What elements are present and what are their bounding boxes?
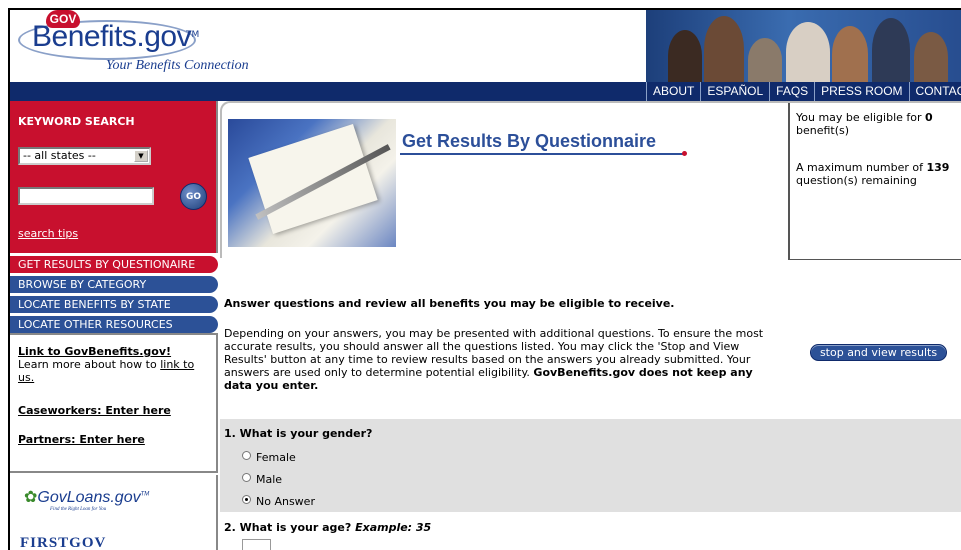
intro-heading: Answer questions and review all benefits… xyxy=(224,297,675,310)
tagline: Your Benefits Connection xyxy=(106,58,249,73)
nav-contact-us[interactable]: CONTACT US xyxy=(908,82,961,101)
title-underline xyxy=(400,153,683,155)
govloans-subtitle: Find the Right Loan for You xyxy=(50,507,107,512)
menu-locate-resources[interactable]: LOCATE OTHER RESOURCES xyxy=(10,316,218,333)
radio-no-answer[interactable]: No Answer xyxy=(242,495,315,508)
caseworkers-link[interactable]: Caseworkers: Enter here xyxy=(18,404,208,417)
partners-link[interactable]: Partners: Enter here xyxy=(18,433,208,446)
radio-no-answer-control[interactable] xyxy=(242,495,251,504)
dropdown-arrow-icon[interactable]: ▼ xyxy=(134,150,148,162)
left-sidebar: KEYWORD SEARCH -- all states -- ▼ GO sea… xyxy=(10,101,218,550)
stop-and-view-results-button[interactable]: stop and view results xyxy=(810,344,947,361)
eligible-benefits: You may be eligible for 0 benefit(s) xyxy=(796,111,961,137)
menu-browse-category[interactable]: BROWSE BY CATEGORY xyxy=(10,276,218,293)
search-tips-link[interactable]: search tips xyxy=(18,227,78,240)
keyword-search-title: KEYWORD SEARCH xyxy=(18,115,135,128)
menu-get-results[interactable]: GET RESULTS BY QUESTIONAIRE xyxy=(10,256,218,273)
radio-no-answer-label: No Answer xyxy=(256,495,315,508)
sidebar-menu: GET RESULTS BY QUESTIONAIRE BROWSE BY CA… xyxy=(10,256,218,336)
question-2-text: 2. What is your age? xyxy=(224,521,356,534)
intro-text: Depending on your answers, you may be pr… xyxy=(224,327,774,392)
link-description: Learn more about how to link to us. xyxy=(18,358,208,384)
radio-male[interactable]: Male xyxy=(242,473,282,486)
govloans-leaf-icon: ✿ xyxy=(24,489,38,506)
eligible-pre: You may be eligible for xyxy=(796,111,926,124)
page-title: Get Results By Questionnaire xyxy=(402,131,657,151)
nav-faqs[interactable]: FAQS xyxy=(769,82,814,101)
nav-links: ABOUT ESPAÑOL FAQS PRESS ROOM CONTACT US xyxy=(646,82,961,101)
menu-locate-state[interactable]: LOCATE BENEFITS BY STATE xyxy=(10,296,218,313)
people-photo-banner xyxy=(646,10,961,82)
external-logos: ✿GovLoans.govTM Find the Right Loan for … xyxy=(10,475,218,550)
nav-espanol[interactable]: ESPAÑOL xyxy=(700,82,769,101)
questionnaire-header-panel: Get Results By Questionnaire You may be … xyxy=(220,101,961,260)
radio-female-label: Female xyxy=(256,451,296,464)
nav-press-room[interactable]: PRESS ROOM xyxy=(814,82,908,101)
header: GOV Benefits.gov TM Your Benefits Connec… xyxy=(10,10,961,82)
pen-and-paper-image xyxy=(228,119,396,247)
state-select-value: -- all states -- xyxy=(23,149,96,162)
govloans-logo[interactable]: ✿GovLoans.govTM xyxy=(24,487,149,507)
max-pre: A maximum number of xyxy=(796,161,927,174)
title-dot xyxy=(682,151,687,156)
radio-male-label: Male xyxy=(256,473,283,486)
page: GOV Benefits.gov TM Your Benefits Connec… xyxy=(8,8,961,550)
govloans-text: GovLoans.gov xyxy=(37,489,141,506)
link-description-text: Learn more about how to xyxy=(18,358,161,371)
age-input[interactable] xyxy=(242,539,271,550)
question-2-label: 2. What is your age? Example: 35 xyxy=(224,521,431,534)
radio-female-control[interactable] xyxy=(242,451,251,460)
question-2-example: Example: 35 xyxy=(355,521,432,534)
question-1-label: 1. What is your gender? xyxy=(224,427,373,440)
questions-remaining: A maximum number of 139 question(s) rema… xyxy=(796,161,961,187)
partner-links-box: Link to GovBenefits.gov! Learn more abou… xyxy=(10,333,218,473)
state-select[interactable]: -- all states -- ▼ xyxy=(18,147,151,165)
max-post: question(s) remaining xyxy=(796,174,917,187)
keyword-search-box: KEYWORD SEARCH -- all states -- ▼ GO sea… xyxy=(10,101,218,253)
logo-text: Benefits.gov xyxy=(32,20,192,53)
keyword-input[interactable] xyxy=(18,187,154,205)
go-button[interactable]: GO xyxy=(180,183,207,210)
max-count: 139 xyxy=(926,161,950,174)
eligibility-summary: You may be eligible for 0 benefit(s) A m… xyxy=(788,103,961,260)
firstgov-logo[interactable]: FIRSTGOV xyxy=(20,535,106,550)
govloans-tm: TM xyxy=(140,491,150,498)
nav-about[interactable]: ABOUT xyxy=(646,82,700,101)
main-content: Get Results By Questionnaire You may be … xyxy=(220,101,961,550)
eligible-count: 0 xyxy=(925,111,933,124)
logo-trademark: TM xyxy=(186,30,200,40)
benefits-gov-logo[interactable]: GOV Benefits.gov TM Your Benefits Connec… xyxy=(18,10,258,80)
eligible-post: benefit(s) xyxy=(796,124,850,137)
radio-male-control[interactable] xyxy=(242,473,251,482)
link-to-govbenefits[interactable]: Link to GovBenefits.gov! xyxy=(18,345,208,358)
radio-female[interactable]: Female xyxy=(242,451,296,464)
top-nav-bar: ABOUT ESPAÑOL FAQS PRESS ROOM CONTACT US xyxy=(10,82,961,101)
